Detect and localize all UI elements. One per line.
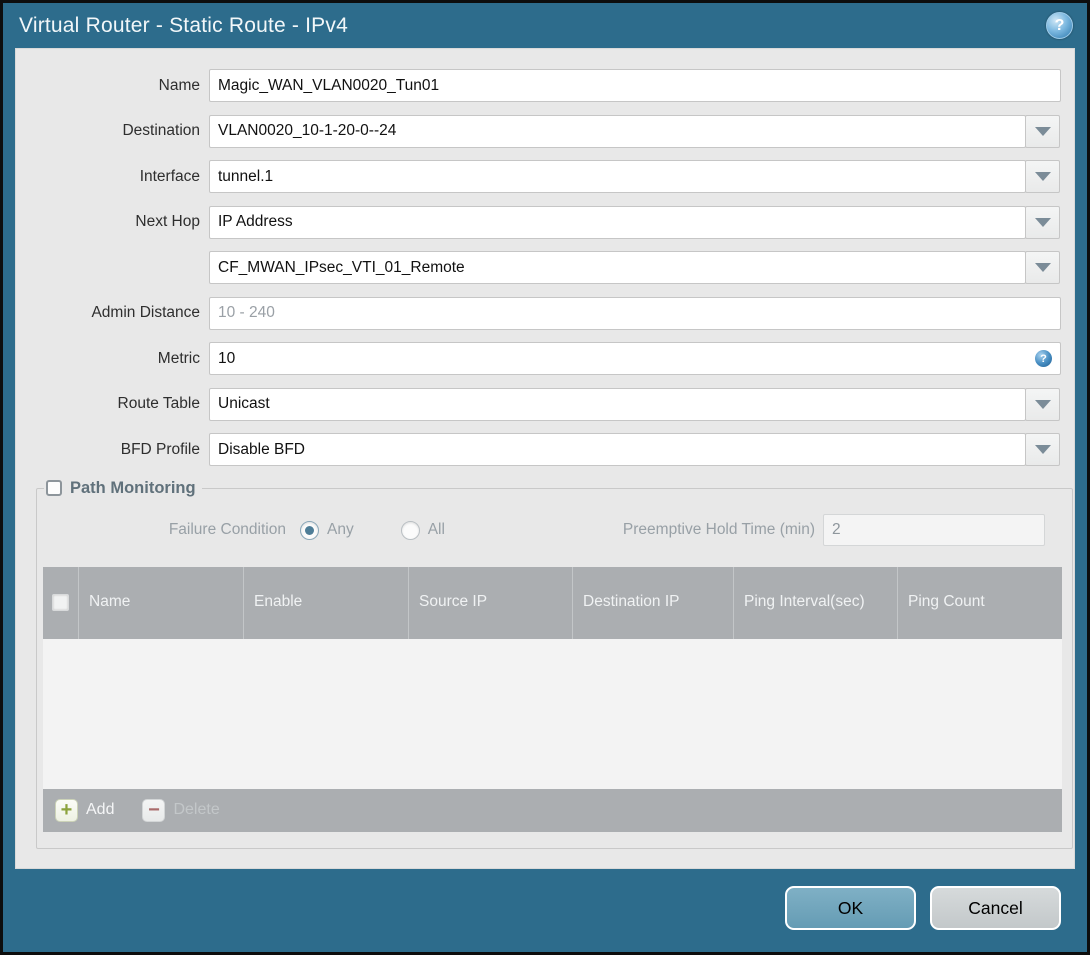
next-hop-address-input[interactable]: [209, 251, 1026, 284]
path-monitoring-section: Path Monitoring Failure Condition Any Al…: [36, 478, 1073, 849]
all-radio-label: All: [427, 521, 445, 538]
next-hop-dropdown-button[interactable]: [1025, 205, 1060, 239]
form-row-next-hop: Next Hop: [16, 205, 1074, 239]
metric-input[interactable]: [209, 342, 1061, 375]
metric-label: Metric: [157, 349, 200, 367]
add-button[interactable]: + Add: [55, 798, 115, 822]
table-header-select: [43, 567, 78, 639]
route-table-input[interactable]: [209, 387, 1026, 421]
route-table-dropdown-button[interactable]: [1025, 387, 1060, 421]
column-header-enable: Enable: [243, 566, 408, 639]
add-button-label: Add: [86, 801, 115, 818]
delete-button[interactable]: − Delete: [142, 798, 220, 822]
column-header-ping-count: Ping Count: [897, 566, 1062, 639]
name-input[interactable]: [209, 69, 1061, 102]
form-row-destination: Destination: [16, 114, 1074, 148]
bfd-profile-label: BFD Profile: [120, 440, 200, 458]
help-icon[interactable]: ?: [1046, 12, 1073, 39]
chevron-down-icon: [1034, 399, 1051, 409]
name-label: Name: [158, 76, 200, 94]
interface-input[interactable]: [209, 160, 1026, 193]
minus-icon: −: [142, 798, 166, 822]
form-row-name: Name: [16, 69, 1074, 102]
chevron-down-icon: [1034, 172, 1051, 181]
cancel-button[interactable]: Cancel: [930, 886, 1061, 930]
path-monitoring-checkbox[interactable]: [46, 480, 62, 496]
title-bar: Virtual Router - Static Route - IPv4 ?: [3, 3, 1087, 48]
path-monitoring-table: Name Enable Source IP Destination IP Pin…: [43, 566, 1062, 832]
admin-distance-input[interactable]: [209, 296, 1061, 330]
metric-help-icon[interactable]: ?: [1035, 350, 1052, 367]
select-all-checkbox[interactable]: [52, 594, 69, 611]
chevron-down-icon: [1034, 126, 1051, 136]
plus-icon: +: [55, 798, 78, 822]
column-header-destination-ip: Destination IP: [572, 566, 733, 639]
dialog-body: Name Destination Interface Next Hop: [15, 48, 1075, 869]
dialog-title: Virtual Router - Static Route - IPv4: [19, 13, 348, 37]
table-body-empty: [43, 638, 1062, 789]
destination-dropdown-button[interactable]: [1025, 114, 1060, 148]
preemptive-hold-time-input[interactable]: [823, 514, 1045, 546]
form-row-admin-distance: Admin Distance: [16, 296, 1074, 330]
table-header-row: Name Enable Source IP Destination IP Pin…: [43, 566, 1062, 639]
column-header-source-ip: Source IP: [408, 566, 572, 639]
route-table-label: Route Table: [117, 395, 200, 412]
path-monitoring-label: Path Monitoring: [70, 478, 196, 497]
delete-button-label: Delete: [173, 801, 220, 818]
failure-condition-all-radio[interactable]: [400, 520, 420, 540]
failure-condition-label: Failure Condition: [168, 521, 286, 538]
chevron-down-icon: [1034, 217, 1051, 227]
form-row-next-hop-address: [16, 251, 1074, 284]
interface-dropdown-button[interactable]: [1025, 160, 1060, 193]
failure-condition-any-radio[interactable]: [300, 520, 319, 540]
chevron-down-icon: [1034, 445, 1051, 454]
interface-label: Interface: [139, 167, 200, 185]
any-radio-label: Any: [327, 521, 354, 538]
column-header-name: Name: [78, 566, 243, 639]
next-hop-address-dropdown-button[interactable]: [1025, 251, 1060, 284]
form-row-interface: Interface: [16, 160, 1074, 193]
admin-distance-label: Admin Distance: [91, 304, 200, 321]
next-hop-label: Next Hop: [135, 213, 200, 230]
chevron-down-icon: [1034, 263, 1051, 272]
ok-button[interactable]: OK: [785, 886, 916, 930]
bfd-profile-input[interactable]: [209, 433, 1026, 466]
next-hop-type-input[interactable]: [209, 205, 1026, 239]
column-header-ping-interval: Ping Interval(sec): [733, 566, 897, 639]
form-row-metric: Metric ?: [16, 342, 1074, 375]
form-row-route-table: Route Table: [16, 387, 1074, 421]
failure-condition-row: Failure Condition Any All Preemptive Hol…: [42, 514, 1062, 547]
table-footer-bar: + Add − Delete: [43, 788, 1062, 832]
bfd-profile-dropdown-button[interactable]: [1025, 433, 1060, 466]
dialog-footer: OK Cancel: [3, 864, 1087, 952]
destination-input[interactable]: [209, 114, 1026, 148]
destination-label: Destination: [122, 122, 200, 139]
form-row-bfd-profile: BFD Profile: [16, 433, 1074, 466]
dialog-window: Virtual Router - Static Route - IPv4 ? N…: [0, 0, 1090, 955]
preemptive-hold-time-label: Preemptive Hold Time (min): [622, 521, 815, 538]
path-monitoring-legend: Path Monitoring: [44, 479, 202, 498]
